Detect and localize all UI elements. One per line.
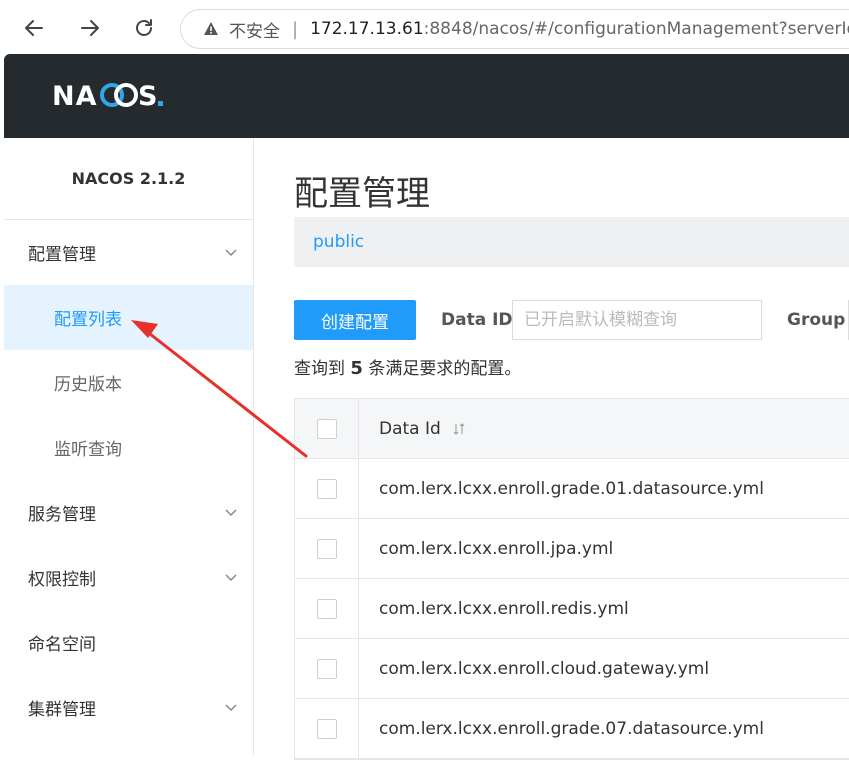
arrow-left-icon bbox=[25, 20, 43, 36]
sort-icon[interactable] bbox=[453, 422, 465, 436]
data-id-cell[interactable]: com.lerx.lcxx.enroll.jpa.yml bbox=[359, 519, 849, 578]
data-id-cell[interactable]: com.lerx.lcxx.enroll.redis.yml bbox=[359, 579, 849, 638]
top-navbar: NA S bbox=[4, 54, 849, 138]
main-content: 配置管理 public 创建配置 Data ID Group 查询到 5 条满足… bbox=[254, 138, 849, 760]
sidebar-item-cluster-management[interactable]: 集群管理 bbox=[4, 675, 253, 740]
data-id-cell[interactable]: com.lerx.lcxx.enroll.grade.07.datasource… bbox=[359, 699, 849, 758]
sidebar-item-label: 集群管理 bbox=[28, 700, 96, 720]
data-id-label: Data ID bbox=[441, 310, 513, 330]
forward-button[interactable] bbox=[72, 10, 108, 46]
table-row[interactable]: com.lerx.lcxx.enroll.cloud.gateway.yml bbox=[295, 639, 849, 699]
sidebar-item-permission-control[interactable]: 权限控制 bbox=[4, 545, 253, 610]
browser-toolbar: 不安全 | 172.17.13.61 :8848/nacos/#/configu… bbox=[0, 0, 849, 58]
row-checkbox[interactable] bbox=[316, 478, 337, 499]
namespace-public[interactable]: public bbox=[313, 232, 364, 252]
sidebar-item-label: 配置管理 bbox=[28, 245, 96, 265]
data-id-cell[interactable]: com.lerx.lcxx.enroll.grade.01.datasource… bbox=[359, 459, 849, 518]
sidebar-item-label: 配置列表 bbox=[54, 310, 122, 330]
sidebar-item-history[interactable]: 历史版本 bbox=[4, 350, 253, 415]
sidebar-item-label: 历史版本 bbox=[54, 375, 122, 395]
insecure-label: 不安全 bbox=[229, 21, 280, 42]
sidebar-item-label: 命名空间 bbox=[28, 635, 96, 655]
table-row[interactable]: com.lerx.lcxx.enroll.grade.01.datasource… bbox=[295, 459, 849, 519]
version-label: NACOS 2.1.2 bbox=[4, 138, 253, 220]
row-checkbox[interactable] bbox=[316, 538, 337, 559]
reload-button[interactable] bbox=[126, 10, 162, 46]
sidebar-item-namespace[interactable]: 命名空间 bbox=[4, 610, 253, 675]
url-path: :8848/nacos/#/configurationManagement?se… bbox=[423, 19, 849, 39]
group-label: Group bbox=[787, 310, 846, 330]
create-config-button[interactable]: 创建配置 bbox=[294, 300, 416, 340]
data-id-cell[interactable]: com.lerx.lcxx.enroll.cloud.gateway.yml bbox=[359, 639, 849, 698]
address-bar[interactable]: 不安全 | 172.17.13.61 :8848/nacos/#/configu… bbox=[180, 9, 849, 49]
chevron-down-icon bbox=[225, 509, 237, 517]
svg-text:S: S bbox=[138, 81, 158, 110]
summary-count: 5 bbox=[350, 358, 363, 379]
summary-prefix: 查询到 bbox=[294, 359, 345, 379]
table-header: Data Id bbox=[295, 399, 849, 459]
chevron-down-icon bbox=[225, 574, 237, 582]
nacos-logo-icon: NA S bbox=[52, 81, 163, 112]
reload-icon bbox=[136, 19, 152, 36]
sidebar-item-service-management[interactable]: 服务管理 bbox=[4, 480, 253, 545]
namespace-bar: public bbox=[294, 217, 849, 267]
nacos-logo[interactable]: NA S bbox=[52, 80, 176, 117]
warning-icon bbox=[203, 20, 219, 38]
url-host: 172.17.13.61 bbox=[310, 19, 424, 39]
row-checkbox[interactable] bbox=[316, 658, 337, 679]
sidebar-item-label: 服务管理 bbox=[28, 505, 96, 525]
row-checkbox[interactable] bbox=[316, 718, 337, 739]
row-checkbox[interactable] bbox=[316, 598, 337, 619]
summary-suffix: 条满足要求的配置。 bbox=[368, 359, 522, 379]
select-all-checkbox[interactable] bbox=[316, 418, 337, 439]
sidebar-item-label: 权限控制 bbox=[28, 570, 96, 590]
nacos-app: NA S NACOS 2.1.2 配置管理 配置列表 历史版本 监听查询 服务管… bbox=[4, 54, 849, 760]
sidebar-item-label: 监听查询 bbox=[54, 440, 122, 460]
page-title: 配置管理 bbox=[294, 174, 430, 214]
svg-text:NA: NA bbox=[52, 81, 98, 110]
arrow-right-icon bbox=[81, 20, 99, 36]
result-summary: 查询到 5 条满足要求的配置。 bbox=[294, 354, 521, 379]
chevron-down-icon bbox=[225, 704, 237, 712]
data-id-column-header[interactable]: Data Id bbox=[359, 399, 849, 458]
table-row[interactable]: com.lerx.lcxx.enroll.grade.07.datasource… bbox=[295, 699, 849, 759]
chevron-down-icon bbox=[225, 249, 237, 257]
config-table: Data Id com.lerx.lcxx.enroll.grade.01.da… bbox=[294, 398, 849, 760]
sidebar-item-config-management[interactable]: 配置管理 bbox=[4, 220, 253, 285]
sidebar: NACOS 2.1.2 配置管理 配置列表 历史版本 监听查询 服务管理 权限控… bbox=[4, 138, 254, 755]
data-id-input[interactable] bbox=[512, 300, 762, 340]
table-row[interactable]: com.lerx.lcxx.enroll.redis.yml bbox=[295, 579, 849, 639]
column-header-label: Data Id bbox=[379, 418, 441, 439]
address-separator: | bbox=[292, 18, 299, 40]
back-button[interactable] bbox=[16, 10, 52, 46]
sidebar-item-listener-query[interactable]: 监听查询 bbox=[4, 415, 253, 480]
table-row[interactable]: com.lerx.lcxx.enroll.jpa.yml bbox=[295, 519, 849, 579]
sidebar-item-config-list[interactable]: 配置列表 bbox=[4, 285, 253, 350]
